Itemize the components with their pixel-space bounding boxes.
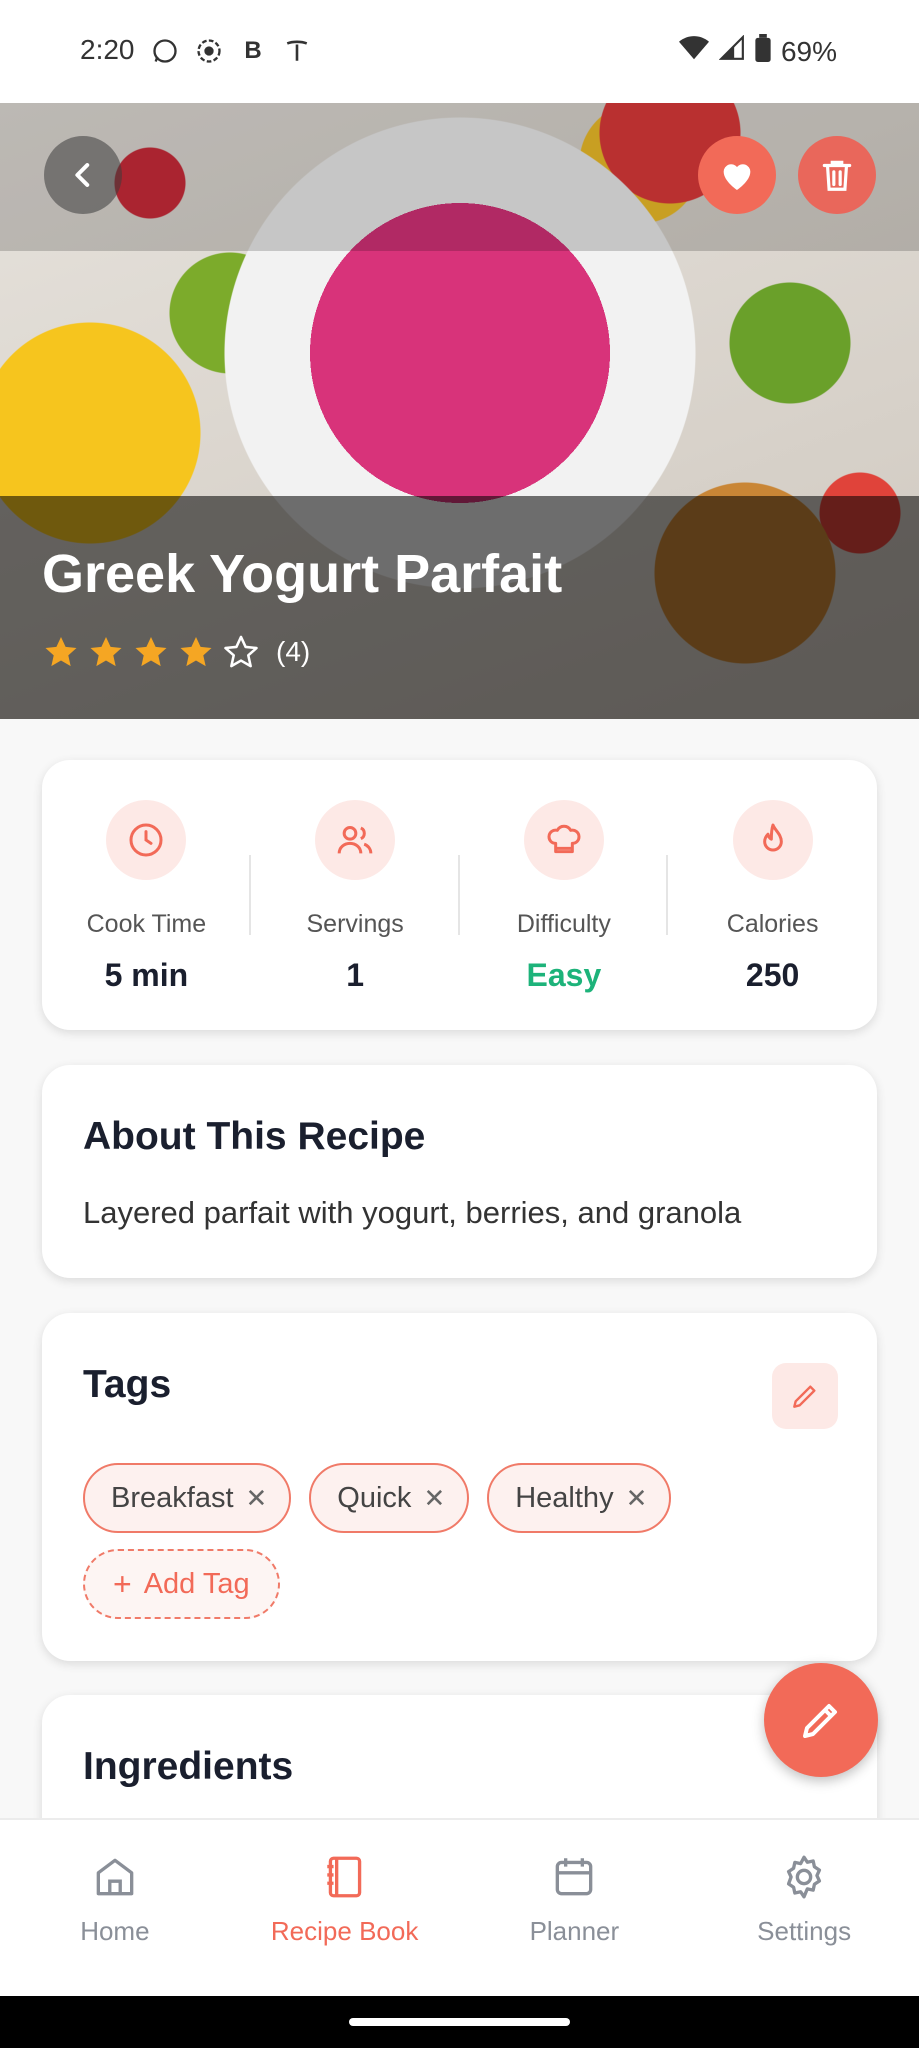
- star-filled-icon: [90, 636, 122, 667]
- system-icons: 69%: [678, 34, 837, 69]
- recipe-stats-card: Cook Time 5 min Servings 1 Difficulty Ea…: [42, 760, 877, 1030]
- tesla-icon: [282, 36, 312, 66]
- star-filled-icon: [135, 636, 167, 667]
- calendar-icon: [556, 1858, 593, 1896]
- nav-settings[interactable]: Settings: [689, 1820, 919, 1996]
- heart-icon: [723, 164, 751, 190]
- hero-top-scrim: [0, 103, 919, 251]
- chef-hat-icon: [523, 800, 604, 880]
- remove-tag-icon[interactable]: ✕: [626, 1483, 648, 1514]
- stat-value: Easy: [526, 957, 602, 993]
- stat-value: 1: [346, 957, 365, 993]
- rating-count: (4): [276, 636, 311, 667]
- clock-icon: [106, 800, 187, 880]
- notification-icons: B: [150, 36, 312, 66]
- stat-label: Calories: [726, 910, 819, 938]
- edit-tags-button[interactable]: [772, 1363, 838, 1429]
- tag-label: Breakfast: [111, 1481, 234, 1514]
- remove-tag-icon[interactable]: ✕: [423, 1483, 445, 1514]
- record-icon: [194, 36, 224, 66]
- stat-label: Difficulty: [516, 910, 611, 938]
- stat-servings: Servings 1: [251, 760, 460, 1030]
- nav-label: Recipe Book: [270, 1916, 419, 1946]
- gear-icon: [787, 1855, 822, 1899]
- users-icon: [315, 800, 396, 880]
- bottom-navigation: Home Recipe Book Planner Settings: [0, 1818, 919, 1996]
- home-gesture-handle[interactable]: [349, 2018, 570, 2026]
- pencil-icon: [803, 1704, 837, 1738]
- status-bar: 2:20 B 69%: [0, 0, 919, 103]
- recipe-book-icon: [326, 1856, 361, 1898]
- back-button[interactable]: [44, 136, 122, 214]
- whatsapp-icon: [150, 36, 180, 66]
- stat-cook-time: Cook Time 5 min: [42, 760, 251, 1030]
- add-tag-button[interactable]: + Add Tag: [83, 1549, 280, 1619]
- battery-percent: 69%: [780, 35, 837, 67]
- hero-bottom-scrim: [0, 496, 919, 719]
- remove-tag-icon[interactable]: ✕: [246, 1483, 268, 1514]
- add-tag-label: Add Tag: [143, 1567, 250, 1600]
- stat-difficulty: Difficulty Easy: [460, 760, 669, 1030]
- nav-label: Planner: [529, 1916, 620, 1946]
- trash-icon: [822, 160, 852, 191]
- star-empty-icon: [224, 635, 258, 668]
- nav-label: Home: [80, 1916, 150, 1946]
- favorite-button[interactable]: [698, 136, 776, 214]
- nav-planner[interactable]: Planner: [460, 1820, 690, 1996]
- stat-calories: Calories 250: [668, 760, 877, 1030]
- recipe-hero-image: Greek Yogurt Parfait (4): [0, 103, 919, 719]
- recipe-title: Greek Yogurt Parfait: [42, 544, 563, 604]
- battery-icon: [755, 34, 771, 69]
- nav-label: Settings: [757, 1916, 852, 1946]
- star-rating: [42, 633, 260, 671]
- stat-value: 250: [745, 957, 800, 993]
- nav-home[interactable]: Home: [0, 1820, 230, 1996]
- recipe-rating: (4): [42, 633, 310, 671]
- signal-icon: [718, 34, 745, 68]
- chevron-left-icon: [75, 163, 90, 187]
- tags-card: Tags Breakfast ✕ Quick ✕ Healthy ✕ + Add…: [42, 1313, 877, 1661]
- tag-label: Quick: [337, 1481, 412, 1514]
- delete-button[interactable]: [798, 136, 876, 214]
- about-title: About This Recipe: [83, 1115, 426, 1158]
- star-filled-icon: [180, 636, 212, 667]
- star-filled-icon: [45, 636, 77, 667]
- wifi-icon: [678, 35, 709, 68]
- tag-label: Healthy: [515, 1481, 614, 1514]
- edit-recipe-fab[interactable]: [764, 1663, 878, 1777]
- pencil-icon: [793, 1385, 816, 1408]
- tag-chip[interactable]: Quick ✕: [309, 1463, 470, 1533]
- home-icon: [96, 1858, 134, 1896]
- about-description: Layered parfait with yogurt, berries, an…: [83, 1195, 742, 1230]
- tag-chip[interactable]: Healthy ✕: [487, 1463, 672, 1533]
- plus-icon: +: [113, 1565, 132, 1602]
- status-time: 2:20: [80, 34, 135, 65]
- stat-label: Servings: [306, 910, 404, 938]
- ingredients-title: Ingredients: [83, 1745, 294, 1788]
- about-recipe-card: About This Recipe Layered parfait with y…: [42, 1065, 877, 1278]
- stat-label: Cook Time: [86, 910, 207, 938]
- system-gesture-bar: [0, 1996, 919, 2048]
- tag-chip[interactable]: Breakfast ✕: [83, 1463, 292, 1533]
- stat-value: 5 min: [104, 957, 189, 993]
- tags-title: Tags: [83, 1363, 172, 1406]
- bold-b-icon: B: [244, 37, 262, 64]
- nav-recipe-book[interactable]: Recipe Book: [230, 1820, 460, 1996]
- tag-list: Breakfast ✕ Quick ✕ Healthy ✕ + Add Tag: [83, 1463, 843, 1619]
- flame-icon: [732, 800, 813, 880]
